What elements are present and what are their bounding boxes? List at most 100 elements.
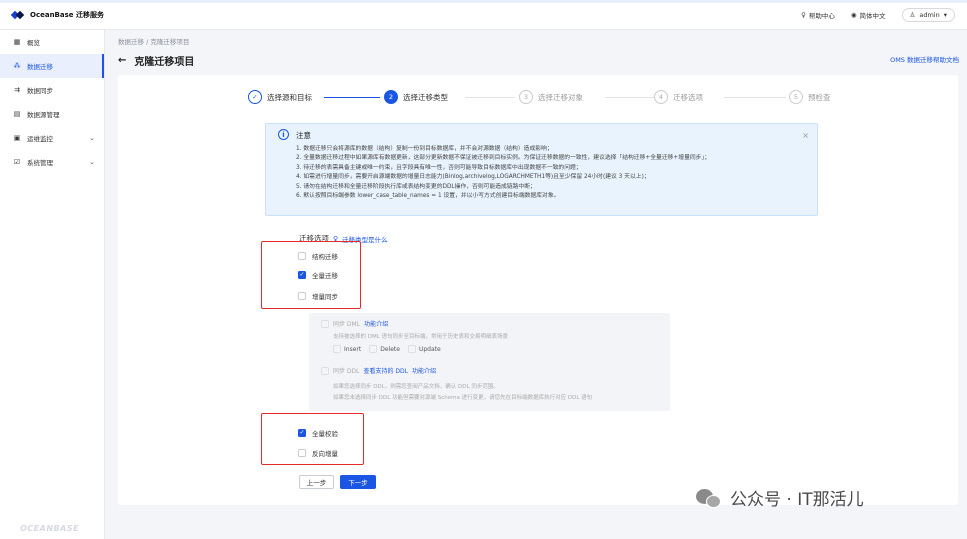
notice-line: 2. 全量数据迁移过程中如果源库有数据更新，这部分更新数据不保证被迁移到目标实例…	[296, 155, 711, 162]
step-label: 选择迁移类型	[403, 92, 448, 102]
reverse-increment-option[interactable]: 反向增量	[298, 448, 338, 458]
incremental-sync-subpanel: 同步 DML 功能介绍 支持被选择的 DML 语句同步至目标端，常用于历史表和交…	[309, 313, 670, 411]
sidebar-item-monitoring[interactable]: ▣ 运维监控 ⌄	[0, 126, 104, 150]
sync-ddl-option[interactable]: 同步 DDL 查看支持的 DDL 功能介绍	[321, 366, 436, 375]
prev-step-button[interactable]: 上一步	[299, 475, 334, 489]
datasource-icon: ▤	[13, 110, 21, 118]
watermark-text: 公众号 · IT那活儿	[730, 490, 864, 510]
top-right-menu: ♀ 帮助中心 ◉ 简体中文 ♙ admin ▾	[801, 8, 955, 22]
schema-migration-option[interactable]: 结构迁移	[298, 251, 338, 261]
help-center-link[interactable]: ♀ 帮助中心	[801, 10, 835, 20]
full-verification-option[interactable]: ✓ 全量校验	[298, 428, 338, 438]
step-connector	[324, 97, 380, 98]
back-arrow-icon[interactable]: ←	[118, 55, 126, 66]
checkbox-checked[interactable]: ✓	[298, 271, 306, 279]
notice-line: 1. 数据迁移只会将源库的数据（结构）复制一份到目标数据库，并不会对源数据（结构…	[296, 146, 553, 152]
sidebar-item-label: 数据同步	[27, 87, 53, 95]
option-label: 全量校验	[312, 430, 338, 438]
sidebar-item-label: 概览	[27, 39, 40, 47]
checkbox[interactable]	[298, 252, 306, 260]
watermark: 公众号 · IT那活儿	[696, 485, 864, 510]
user-name: admin	[919, 11, 940, 19]
dml-update-option[interactable]: Update	[407, 345, 441, 353]
top-bar: OceanBase 迁移服务 ♀ 帮助中心 ◉ 简体中文 ♙ admin ▾	[0, 0, 967, 30]
next-step-button[interactable]: 下一步	[340, 475, 376, 489]
dml-intro-link[interactable]: 功能介绍	[364, 319, 388, 328]
oceanbase-logo-icon	[10, 10, 26, 20]
sidebar-item-system[interactable]: ☑ 系统管理 ⌄	[0, 150, 104, 174]
step-number: 2	[384, 90, 398, 104]
option-label: 反向增量	[312, 450, 338, 458]
sidebar-item-overview[interactable]: ▦ 概览	[0, 30, 104, 54]
page-title: 克隆迁移项目	[134, 57, 195, 68]
sidebar-item-label: 系统管理	[27, 159, 53, 167]
sidebar-item-label: 数据源管理	[27, 111, 60, 119]
incremental-sync-option[interactable]: 增量同步	[298, 291, 338, 301]
chevron-down-icon: ⌄	[89, 134, 95, 142]
ddl-description: 如果您选择同步 DDL，则需您查阅产品文档，确认 DDL 同步范围。	[333, 384, 499, 390]
step-1: ✓ 选择源和目标	[248, 90, 312, 104]
notice-alert: i × 注意 1. 数据迁移只会将源库的数据（结构）复制一份到目标数据库，并不会…	[265, 123, 818, 216]
step-number: 5	[789, 90, 803, 104]
checkbox-disabled[interactable]	[321, 319, 329, 328]
page-header: ← 克隆迁移项目	[118, 53, 194, 68]
dml-insert-option[interactable]: Insert	[333, 345, 361, 353]
option-label: 全量迁移	[312, 272, 338, 280]
sync-ddl-label: 同步 DDL	[333, 368, 360, 375]
step-label: 迁移选项	[673, 92, 703, 102]
sidebar-item-data-sync[interactable]: ⇉ 数据同步	[0, 78, 104, 102]
step-label: 选择迁移对象	[538, 92, 583, 102]
step-connector	[724, 97, 786, 98]
ddl-intro-link[interactable]: 功能介绍	[412, 366, 436, 375]
dml-delete-option[interactable]: Delete	[369, 345, 400, 353]
option-label: Update	[418, 345, 441, 353]
check-icon: ✓	[248, 90, 262, 104]
sidebar: ▦ 概览 ⁂ 数据迁移 ⇉ 数据同步 ▤ 数据源管理 ▣ 运维监控 ⌄ ☑ 系统…	[0, 30, 105, 539]
step-2: 2 选择迁移类型	[384, 90, 448, 104]
close-icon[interactable]: ×	[802, 131, 809, 140]
wechat-icon	[696, 487, 722, 509]
oms-help-doc-link[interactable]: OMS 数据迁移帮助文档	[890, 54, 959, 64]
checkbox[interactable]	[298, 292, 306, 300]
supported-ddl-link[interactable]: 查看支持的 DDL	[364, 366, 409, 375]
info-icon: i	[278, 129, 289, 140]
language-switcher[interactable]: ◉ 简体中文	[851, 10, 886, 20]
user-menu[interactable]: ♙ admin ▾	[901, 8, 955, 22]
step-5: 5 预检查	[789, 90, 831, 104]
app-logo[interactable]: OceanBase 迁移服务	[10, 10, 104, 20]
sync-dml-option[interactable]: 同步 DML 功能介绍	[321, 319, 388, 328]
chevron-down-icon: ⌄	[89, 158, 95, 166]
help-bulb-icon: ♀	[801, 11, 806, 19]
checkbox-disabled[interactable]	[333, 345, 341, 353]
globe-icon: ◉	[850, 11, 857, 19]
step-number: 4	[654, 90, 668, 104]
top-strip	[0, 0, 967, 3]
checkbox-disabled[interactable]	[407, 345, 416, 353]
checkbox-disabled[interactable]	[321, 366, 329, 375]
notice-line: 6. 默认按照目标端参数 lower_case_table_names = 1 …	[296, 193, 560, 200]
user-icon: ♙	[909, 11, 916, 19]
checkbox-checked[interactable]: ✓	[298, 429, 306, 437]
sync-dml-label: 同步 DML	[333, 321, 361, 328]
checkbox[interactable]	[298, 449, 306, 457]
language-label: 简体中文	[859, 12, 886, 20]
step-connector	[465, 97, 515, 98]
checkbox-disabled[interactable]	[369, 345, 378, 353]
option-label: 增量同步	[312, 293, 338, 301]
dml-operation-options: Insert Delete Update	[333, 345, 441, 353]
dml-description: 支持被选择的 DML 语句同步至目标端，常用于历史表和交易明细表场景	[333, 334, 509, 340]
step-4: 4 迁移选项	[654, 90, 703, 104]
breadcrumb: 数据迁移 / 克隆迁移项目	[118, 38, 190, 46]
step-indicator: ✓ 选择源和目标 2 选择迁移类型 3 选择迁移对象 4 迁移选项 5 预检查	[248, 90, 848, 108]
option-label: Insert	[344, 345, 362, 353]
sidebar-item-label: 数据迁移	[27, 63, 53, 71]
sidebar-item-datasource[interactable]: ▤ 数据源管理	[0, 102, 104, 126]
option-label: Delete	[380, 345, 400, 353]
sidebar-item-data-migration[interactable]: ⁂ 数据迁移	[0, 54, 104, 78]
step-3: 3 选择迁移对象	[519, 90, 583, 104]
notice-line: 5. 请勿在结构迁移和全量迁移阶段执行库或表结构变更的DDL操作，否则可能造成链…	[296, 183, 536, 190]
full-migration-option[interactable]: ✓ 全量迁移	[298, 270, 338, 280]
sidebar-item-label: 运维监控	[27, 135, 53, 143]
main-card: ✓ 选择源和目标 2 选择迁移类型 3 选择迁移对象 4 迁移选项 5 预检查 …	[118, 75, 958, 505]
step-number: 3	[519, 90, 533, 104]
